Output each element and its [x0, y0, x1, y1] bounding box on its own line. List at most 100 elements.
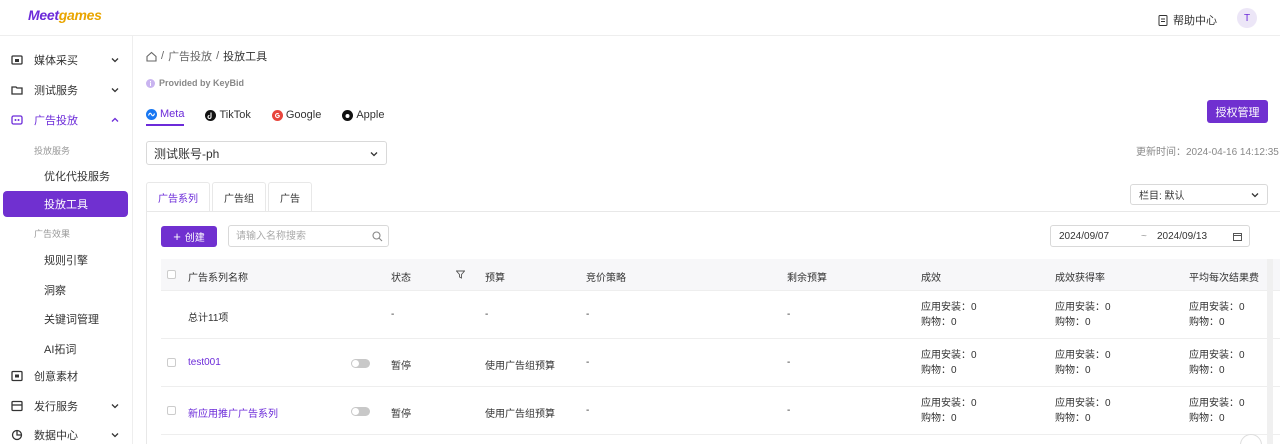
row-checkbox[interactable] — [167, 406, 176, 415]
tab-campaign[interactable]: 广告系列 — [146, 182, 210, 212]
chart-icon — [11, 429, 23, 441]
campaign-result-rate: 应用安装：0 购物：0 — [1055, 396, 1111, 426]
column-header-status: 状态 — [391, 273, 411, 284]
chevron-down-icon — [111, 404, 119, 409]
top-bar: Meetgames 帮助中心 T — [0, 0, 1280, 36]
campaign-cost-per-result: 应用安装：0 购物：0 — [1189, 348, 1245, 378]
search-icon[interactable] — [372, 231, 383, 242]
ad-icon — [11, 115, 23, 125]
sidebar-item-publishing[interactable]: 发行服务 — [0, 392, 133, 420]
account-select[interactable]: 测试账号-ph — [146, 141, 387, 165]
sidebar-item-label: 发行服务 — [34, 401, 78, 413]
tab-label: Meta — [160, 108, 185, 120]
tab-label: Google — [285, 109, 322, 121]
logo[interactable]: Meetgames — [28, 7, 102, 23]
campaign-results: 应用安装：0 购物：0 — [921, 396, 977, 426]
sidebar-item-label: 数据中心 — [34, 430, 78, 442]
google-icon — [271, 109, 283, 121]
platform-tabs: Meta TikTok Google Apple — [146, 104, 384, 126]
row-checkbox[interactable] — [167, 358, 176, 367]
column-header-budget: 预算 — [485, 273, 505, 284]
campaign-name-link[interactable]: test001 — [188, 357, 221, 368]
metric-installs: 应用安装：0 — [1189, 398, 1245, 409]
search-input[interactable] — [229, 226, 369, 246]
sidebar-item-data-center[interactable]: 数据中心 — [0, 421, 133, 444]
sidebar-item-creative[interactable]: 创意素材 — [0, 362, 133, 390]
create-button[interactable]: + 创建 — [161, 226, 217, 247]
metric-purchases: 购物：0 — [1055, 365, 1091, 376]
tab-tiktok[interactable]: TikTok — [205, 104, 251, 126]
filter-icon[interactable] — [456, 270, 465, 279]
summary-results: 应用安装：0 购物：0 — [921, 300, 977, 330]
level-tabs: 广告系列 广告组 广告 — [146, 182, 314, 212]
column-select-value: 栏目: 默认 — [1139, 191, 1185, 202]
summary-cost-per-result: 应用安装：0 购物：0 — [1189, 300, 1245, 330]
column-header-remaining-budget: 剩余预算 — [787, 273, 827, 284]
table-row: test001 暂停 使用广告组预算 - - 应用安装：0 购物：0 应用安装：0… — [161, 340, 1280, 387]
avatar[interactable]: T — [1237, 8, 1257, 28]
campaign-remaining-budget: - — [787, 357, 791, 368]
table-row: 新应用推广广告系列 暂停 使用广告组预算 - - 应用安装：0 购物：0 应用安装… — [161, 388, 1280, 435]
tab-apple[interactable]: Apple — [342, 104, 384, 126]
help-center-link[interactable]: 帮助中心 — [1158, 12, 1217, 28]
account-select-value: 测试账号-ph — [154, 146, 220, 161]
sidebar-item-ad-delivery[interactable]: 广告投放 — [0, 106, 133, 134]
campaign-name-link[interactable]: 新应用推广广告系列 — [188, 405, 278, 420]
campaign-panel: + 创建 2024/09/07 ~ 2024/09/13 广告系列名称 状态 预… — [146, 211, 1280, 444]
sidebar-item-ai-keywords[interactable]: AI拓词 — [44, 341, 76, 357]
tab-label: TikTok — [219, 109, 251, 121]
tab-google[interactable]: Google — [271, 104, 322, 126]
column-header-result-rate: 成效获得率 — [1055, 273, 1105, 284]
sidebar-item-label: 测试服务 — [34, 85, 78, 97]
chevron-down-icon — [111, 58, 119, 63]
sidebar-item-label: 投放工具 — [44, 199, 88, 211]
summary-remaining-budget: - — [787, 309, 791, 320]
campaign-status-toggle[interactable] — [351, 407, 370, 416]
tab-meta[interactable]: Meta — [146, 104, 185, 126]
sidebar-item-rule-engine[interactable]: 规则引擎 — [44, 252, 88, 268]
tiktok-icon — [205, 109, 217, 121]
column-select[interactable]: 栏目: 默认 — [1130, 184, 1268, 205]
date-end[interactable]: 2024/09/13 — [1157, 231, 1207, 242]
sidebar-group-effect: 广告效果 — [34, 229, 71, 239]
sidebar-item-testing[interactable]: 测试服务 — [0, 76, 133, 104]
summary-name: 总计11项 — [188, 313, 229, 324]
vertical-scrollbar[interactable] — [1267, 259, 1273, 444]
sidebar-item-insight[interactable]: 洞察 — [44, 282, 66, 298]
metric-purchases: 购物：0 — [1055, 317, 1091, 328]
tab-ad[interactable]: 广告 — [268, 182, 312, 212]
breadcrumb-ad-delivery[interactable]: 广告投放 — [168, 48, 212, 64]
sidebar-item-keyword-management[interactable]: 关键词管理 — [44, 311, 99, 327]
metric-purchases: 购物：0 — [921, 317, 957, 328]
sidebar-item-label: 媒体采买 — [34, 55, 78, 67]
date-separator: ~ — [1141, 231, 1147, 242]
sidebar-item-label: 创意素材 — [34, 371, 78, 383]
date-range-picker[interactable]: 2024/09/07 ~ 2024/09/13 — [1050, 225, 1250, 247]
sidebar-item-delivery-tool[interactable]: 投放工具 — [3, 191, 128, 217]
chevron-down-icon — [111, 433, 119, 438]
sidebar-item-optimize-service[interactable]: 优化代投服务 — [44, 168, 110, 184]
tab-ad-group[interactable]: 广告组 — [212, 182, 266, 212]
metric-purchases: 购物：0 — [1189, 317, 1225, 328]
publish-icon — [11, 400, 23, 412]
image-icon — [11, 370, 23, 382]
summary-budget: - — [485, 309, 489, 320]
tab-label: Apple — [356, 109, 385, 121]
metric-installs: 应用安装：0 — [1055, 398, 1111, 409]
main-content: / 广告投放 / 投放工具 Provided by KeyBid Meta Ti… — [133, 36, 1280, 444]
sidebar: 媒体采买 测试服务 广告投放 投放服务 优化代投服务 投放工具 广告效果 规则引… — [0, 36, 133, 444]
create-label: 创建 — [184, 233, 205, 244]
metric-purchases: 购物：0 — [921, 365, 957, 376]
select-all-checkbox[interactable] — [167, 270, 176, 279]
home-icon[interactable] — [146, 51, 157, 62]
update-time: 更新时间：2024-04-16 14:12:35 — [1136, 147, 1279, 158]
metric-installs: 应用安装：0 — [1189, 350, 1245, 361]
sidebar-item-media-buying[interactable]: 媒体采买 — [0, 46, 133, 74]
auth-management-button[interactable]: 授权管理 — [1207, 100, 1268, 123]
chevron-down-icon — [370, 152, 378, 157]
campaign-status-toggle[interactable] — [351, 359, 370, 368]
metric-purchases: 购物：0 — [1189, 413, 1225, 424]
calendar-icon — [1233, 233, 1242, 241]
date-start[interactable]: 2024/09/07 — [1059, 231, 1109, 242]
breadcrumb: / 广告投放 / 投放工具 — [146, 48, 267, 64]
